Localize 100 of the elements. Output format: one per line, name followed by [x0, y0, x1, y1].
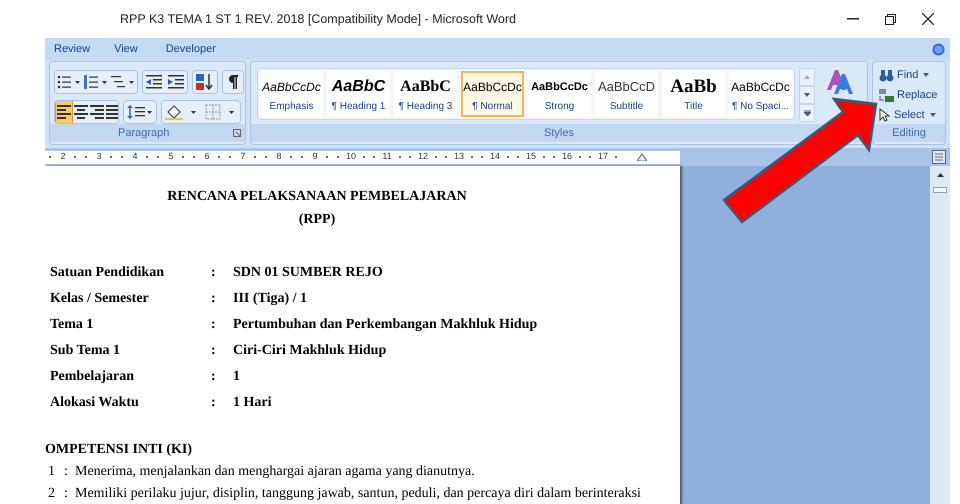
- binoculars-icon: [879, 68, 894, 82]
- replace-icon: [879, 88, 894, 102]
- field-value: Pertumbuhan dan Perkembangan Makhluk Hidup: [233, 316, 538, 333]
- ruler-number: 7: [240, 150, 246, 164]
- window-title: RPP K3 TEMA 1 ST 1 REV. 2018 [Compatibility Mode] - Microsoft Word: [120, 10, 516, 28]
- help-icon[interactable]: [932, 42, 945, 56]
- ribbon-tab[interactable]: Developer: [156, 40, 225, 58]
- ruler-number: 10: [346, 150, 356, 164]
- style-item[interactable]: AaBbCcDc Emphasis: [260, 71, 323, 117]
- ruler-number: 16: [562, 150, 572, 164]
- increase-indent-icon[interactable]: [168, 75, 184, 89]
- line-spacing-icon: [127, 105, 153, 119]
- style-preview: AaBbCcDc: [463, 79, 522, 96]
- ruler-number: 8: [276, 150, 282, 164]
- ruler-toggle-icon[interactable]: [932, 150, 946, 164]
- ruler-number: 9: [312, 150, 318, 164]
- ruler-number: 13: [454, 150, 464, 164]
- item-colon: :: [64, 463, 69, 480]
- caret-down-icon: [923, 73, 930, 77]
- style-item[interactable]: AaBbCcDc Strong: [528, 71, 591, 117]
- style-name: Emphasis: [270, 100, 314, 114]
- field-colon: :: [211, 316, 217, 333]
- pilcrow-icon: [228, 75, 238, 89]
- document-subtitle: (RPP): [298, 211, 336, 228]
- pointer-icon: [879, 108, 891, 122]
- style-name: Subtitle: [610, 100, 644, 114]
- style-preview: AaBbC: [400, 77, 451, 97]
- style-item[interactable]: AaBb Title: [662, 71, 725, 117]
- field-value: III (Tiga) / 1: [233, 290, 308, 307]
- field-value: SDN 01 SUMBER REJO: [233, 264, 383, 281]
- justify-icon: [105, 104, 118, 120]
- restore-icon[interactable]: [885, 14, 896, 24]
- ruler-number: 12: [418, 150, 428, 164]
- ruler-number: 14: [490, 150, 500, 164]
- style-preview: AaBbCcDc: [531, 80, 588, 95]
- style-preview: AaBbC: [332, 77, 386, 97]
- shading-icon[interactable]: [165, 104, 199, 120]
- field-value: Ciri-Ciri Makhluk Hidup: [233, 342, 386, 359]
- style-item[interactable]: AaBbC ¶ Heading 1: [327, 71, 390, 117]
- item-colon: :: [64, 485, 69, 502]
- field-value: 1: [233, 368, 240, 385]
- caret-up-icon: [936, 173, 944, 177]
- decrease-indent-icon[interactable]: [146, 75, 162, 89]
- align-center-icon: [73, 104, 89, 120]
- field-label: Alokasi Waktu: [50, 394, 140, 411]
- dialog-launcher-icon[interactable]: [233, 129, 241, 137]
- close-icon[interactable]: [922, 13, 934, 25]
- style-item[interactable]: AaBbC ¶ Heading 3: [394, 71, 457, 117]
- field-label: Tema 1: [50, 316, 94, 333]
- ruler-number: 4: [132, 150, 138, 164]
- style-preview: AaBbCcDc: [262, 79, 321, 96]
- style-name: ¶ Normal: [472, 100, 513, 114]
- ruler-number: 15: [526, 150, 536, 164]
- editing-button[interactable]: Find: [879, 66, 945, 84]
- align-right-icon: [89, 104, 105, 120]
- field-label: Satuan Pendidikan: [50, 264, 165, 281]
- field-colon: :: [211, 342, 217, 359]
- minimize-icon[interactable]: [847, 18, 859, 20]
- item-number: 2: [48, 485, 56, 502]
- section-heading: OMPETENSI INTI (KI): [45, 441, 194, 458]
- style-preview: AaBb: [670, 75, 717, 99]
- align-button[interactable]: [55, 101, 73, 123]
- document-title: RENCANA PELAKSANAAN PEMBELAJARAN: [167, 188, 467, 205]
- ribbon-tab[interactable]: Review: [45, 40, 100, 58]
- ruler-number: 2: [60, 150, 66, 164]
- line-spacing-button[interactable]: [123, 100, 157, 124]
- ruler-number: 5: [168, 150, 174, 164]
- ruler-number: 11: [382, 150, 392, 164]
- more-icon: [804, 110, 810, 116]
- bullets-icon[interactable]: [57, 75, 81, 89]
- style-item[interactable]: AaBbCcDc ¶ No Spaci...: [729, 71, 792, 117]
- ruler-number: 17: [598, 150, 608, 164]
- style-preview: AaBbCcD: [598, 78, 656, 96]
- editing-button[interactable]: Select: [879, 106, 945, 124]
- more-styles-button[interactable]: [799, 104, 815, 122]
- scroll-thumb[interactable]: [933, 187, 947, 193]
- item-number: 1: [48, 463, 56, 480]
- caret-up-icon: [804, 75, 810, 79]
- scroll-down-button[interactable]: [799, 86, 815, 104]
- field-colon: :: [211, 264, 217, 281]
- multilevel-list-icon[interactable]: [111, 75, 135, 89]
- field-colon: :: [211, 368, 217, 385]
- editing-button[interactable]: Replace: [879, 86, 945, 104]
- field-colon: :: [211, 290, 217, 307]
- indent-marker-icon[interactable]: [637, 153, 647, 161]
- style-item[interactable]: AaBbCcDc ¶ Normal: [461, 71, 524, 117]
- field-label: Pembelajaran: [50, 368, 135, 385]
- align-left-icon: [56, 104, 72, 120]
- group-label: Styles: [544, 126, 574, 141]
- change-styles-icon[interactable]: [825, 68, 855, 96]
- style-preview: AaBbCcDc: [731, 79, 790, 96]
- field-value: 1 Hari: [233, 394, 272, 411]
- show-marks-button[interactable]: [222, 70, 244, 94]
- field-label: Sub Tema 1: [50, 342, 122, 359]
- style-name: ¶ No Spaci...: [732, 100, 790, 114]
- sort-button[interactable]: [192, 70, 218, 94]
- caret-down-icon: [930, 113, 936, 117]
- numbering-icon[interactable]: [84, 75, 108, 89]
- ribbon-tab[interactable]: View: [105, 40, 147, 58]
- style-item[interactable]: AaBbCcD Subtitle: [595, 71, 658, 117]
